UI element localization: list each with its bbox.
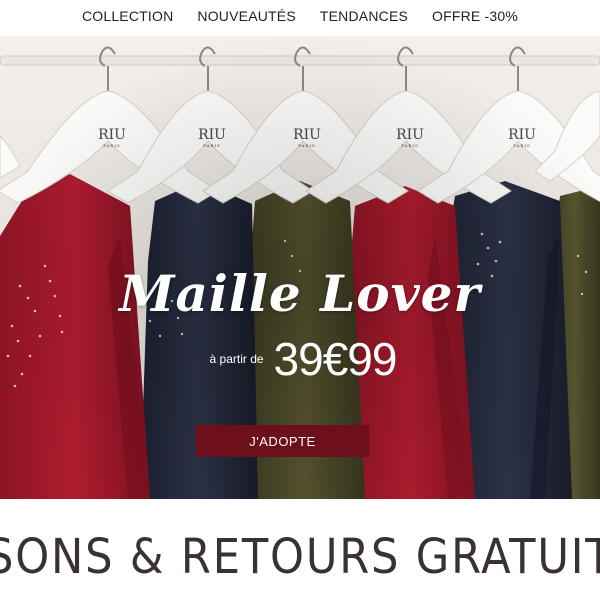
price-value: 39€99 (273, 333, 398, 385)
price-prefix: à partir de (209, 352, 264, 366)
shipping-banner-text: SONS & RETOURS GRATUITS EN BO (0, 529, 600, 585)
top-nav: COLLECTION NOUVEAUTÉS TENDANCES OFFRE -3… (0, 0, 600, 32)
price-block: à partir de 39€99 (0, 336, 600, 382)
hero-banner[interactable]: RIU PARIS RIU PARIS RIU PARIS RIU PARIS … (0, 36, 600, 499)
shipping-banner[interactable]: SONS & RETOURS GRATUITS EN BO (0, 499, 600, 600)
nav-item-nouveautes[interactable]: NOUVEAUTÉS (197, 8, 295, 24)
hero-title: Maille Lover (119, 264, 481, 323)
nav-item-collection[interactable]: COLLECTION (82, 8, 173, 24)
nav-item-offre[interactable]: OFFRE -30% (432, 8, 518, 24)
nav-item-tendances[interactable]: TENDANCES (320, 8, 408, 24)
adopt-button[interactable]: J'ADOPTE (196, 425, 369, 457)
